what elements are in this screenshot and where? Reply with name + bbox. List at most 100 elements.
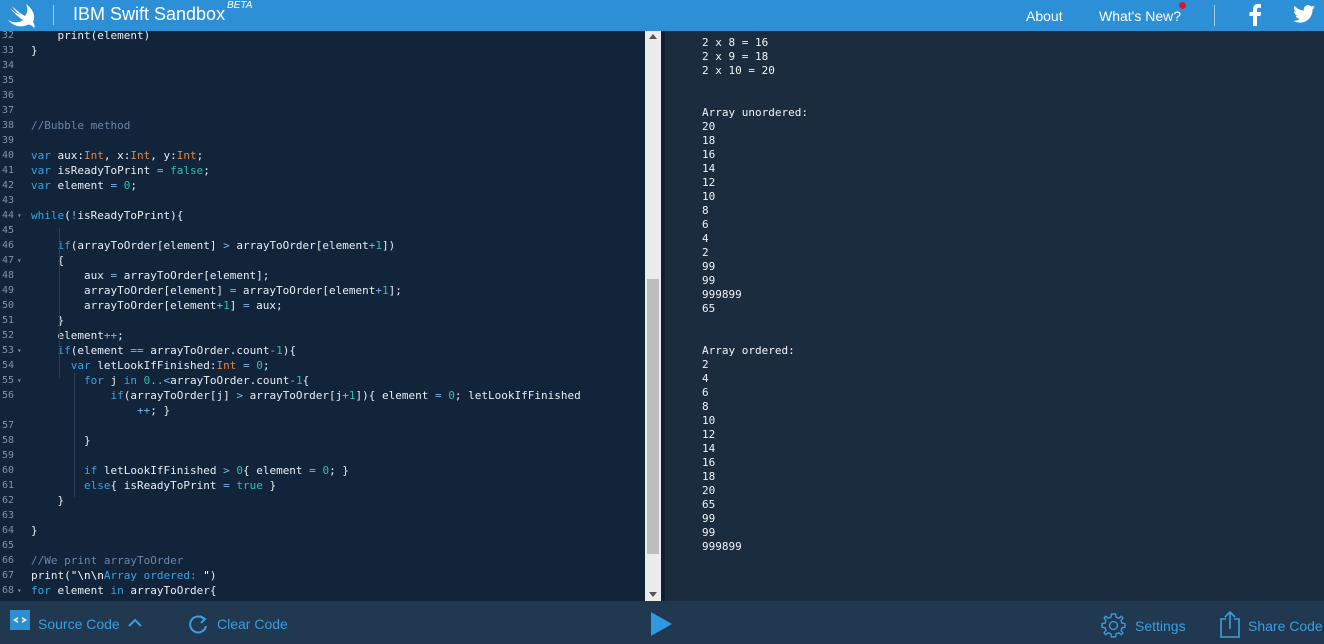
top-bar: IBM Swift Sandbox BETA About What's New? — [0, 0, 1324, 31]
fold-arrow-icon[interactable]: ▾ — [17, 373, 22, 388]
output-line: 4 — [702, 232, 709, 245]
twitter-icon[interactable] — [1293, 5, 1315, 23]
facebook-icon[interactable] — [1248, 4, 1262, 26]
code-line[interactable]: 66 //We print arrayToOrder — [0, 553, 645, 568]
code-line[interactable]: 58 } — [0, 433, 645, 448]
code-line[interactable]: 39 — [0, 133, 645, 148]
code-line[interactable]: 56 if(arrayToOrder[j] > arrayToOrder[j+1… — [0, 388, 645, 403]
code-line[interactable]: 37 — [0, 103, 645, 118]
code-line[interactable]: 49 arrayToOrder[element] = arrayToOrder[… — [0, 283, 645, 298]
line-number: 40 — [1, 150, 14, 161]
line-number: 60 — [1, 465, 14, 476]
output-line: 20 — [702, 120, 716, 133]
code-line[interactable]: 52 element++; — [0, 328, 645, 343]
nav-whats-new-link[interactable]: What's New? — [1099, 8, 1181, 24]
swift-logo-icon[interactable] — [6, 2, 38, 28]
output-console: 2 x 8 = 16 2 x 9 = 18 2 x 10 = 20 Array uno… — [665, 31, 1324, 601]
scrollbar-thumb[interactable] — [647, 279, 659, 554]
line-number: 35 — [1, 75, 14, 86]
editor-scrollbar[interactable] — [645, 31, 661, 601]
code-line[interactable]: 68 ▾ for element in arrayToOrder{ — [0, 583, 645, 598]
code-line[interactable]: 64} — [0, 523, 645, 538]
code-line[interactable]: 50 arrayToOrder[element+1] = aux; — [0, 298, 645, 313]
code-line[interactable]: 59 — [0, 448, 645, 463]
indent-guide — [59, 228, 60, 378]
code-line[interactable]: 34 — [0, 58, 645, 73]
code-area[interactable]: 32 print(element) 33} 34 35 36 37 38//Bubble m… — [0, 31, 645, 601]
code-line[interactable]: 40 var aux:Int, x:Int, y:Int; — [0, 148, 645, 163]
notification-dot — [1179, 2, 1186, 9]
app-title: IBM Swift Sandbox — [73, 4, 226, 24]
code-line[interactable]: 51 } — [0, 313, 645, 328]
code-line[interactable]: 62 } — [0, 493, 645, 508]
code-line[interactable]: 43 — [0, 193, 645, 208]
settings-gear-icon[interactable] — [1101, 613, 1126, 638]
code-text: arrayToOrder[element+1] = aux; — [31, 299, 283, 312]
code-text: var letLookIfFinished:Int = 0; — [70, 359, 270, 372]
settings-button[interactable]: Settings — [1135, 618, 1186, 634]
scroll-up-arrow-icon[interactable] — [649, 34, 657, 39]
line-number: 47 — [1, 255, 14, 266]
fold-arrow-icon[interactable]: ▾ — [17, 253, 22, 268]
code-line[interactable]: 63 — [0, 508, 645, 523]
line-number: 51 — [1, 315, 14, 326]
line-number: 58 — [1, 435, 14, 446]
code-line[interactable]: 61 else{ isReadyToPrint = true } — [0, 478, 645, 493]
line-number: 44 — [1, 210, 14, 221]
code-line[interactable]: 55 ▾ for j in 0..<arrayToOrder.count-1{ — [0, 373, 645, 388]
line-number: 63 — [1, 510, 14, 521]
line-number: 64 — [1, 525, 14, 536]
code-line[interactable]: 33} — [0, 43, 645, 58]
code-line[interactable]: 44 ▾ while(!isReadyToPrint){ — [0, 208, 645, 223]
line-number: 34 — [1, 60, 14, 71]
clear-code-button[interactable]: Clear Code — [217, 616, 288, 632]
code-line[interactable]: 38 //Bubble method — [0, 118, 645, 133]
code-text: } — [31, 434, 91, 447]
scroll-down-arrow-icon[interactable] — [649, 592, 657, 597]
code-line[interactable]: 36 — [0, 88, 645, 103]
output-line: 18 — [702, 470, 716, 483]
code-line[interactable]: 48 aux = arrayToOrder[element]; — [0, 268, 645, 283]
source-code-button[interactable]: Source Code — [38, 616, 120, 632]
code-line[interactable]: 32 print(element) — [0, 31, 645, 43]
output-line: 16 — [702, 148, 716, 161]
line-number: 56 — [1, 390, 14, 401]
code-line[interactable]: 42 var element = 0; — [0, 178, 645, 193]
fold-arrow-icon[interactable]: ▾ — [17, 583, 22, 598]
output-line: 14 — [702, 442, 716, 455]
chevron-up-icon[interactable] — [128, 618, 142, 627]
fold-arrow-icon[interactable]: ▾ — [17, 343, 22, 358]
code-line[interactable]: 47 ▾ { — [0, 253, 645, 268]
code-line[interactable]: 46 if(arrayToOrder[element] > arrayToOrd… — [0, 238, 645, 253]
refresh-icon[interactable] — [187, 613, 209, 635]
code-line[interactable]: ++; } — [0, 403, 645, 418]
code-line[interactable]: 35 — [0, 73, 645, 88]
output-line: 10 — [702, 190, 716, 203]
code-line[interactable]: 41 var isReadyToPrint = false; — [0, 163, 645, 178]
code-line[interactable]: 57 — [0, 418, 645, 433]
source-code-icon[interactable] — [10, 610, 30, 630]
code-line[interactable]: 54 var letLookIfFinished:Int = 0; — [0, 358, 645, 373]
output-line: 18 — [702, 134, 716, 147]
code-text: var element = 0; — [31, 179, 137, 192]
code-text: if(arrayToOrder[j] > arrayToOrder[j+1]){… — [110, 389, 581, 402]
code-line[interactable]: 60 if letLookIfFinished > 0{ element = 0… — [0, 463, 645, 478]
output-line: 2 x 10 = 20 — [702, 64, 775, 77]
line-number: 39 — [1, 135, 14, 146]
share-code-button[interactable]: Share Code — [1248, 618, 1323, 634]
fold-arrow-icon[interactable]: ▾ — [17, 208, 22, 223]
code-line[interactable]: 67 print("\n\nArray ordered: ") — [0, 568, 645, 583]
code-line[interactable]: 65 — [0, 538, 645, 553]
line-number: 45 — [1, 225, 14, 236]
share-icon[interactable] — [1219, 610, 1241, 638]
code-line[interactable]: 53 ▾ if(element == arrayToOrder.count-1){ — [0, 343, 645, 358]
code-editor[interactable]: 32 print(element) 33} 34 35 36 37 38//Bubble m… — [0, 31, 661, 601]
run-play-icon[interactable] — [651, 612, 672, 636]
code-text: else{ isReadyToPrint = true } — [83, 479, 277, 492]
code-text: } — [31, 494, 65, 507]
code-text: ++; } — [136, 404, 171, 417]
nav-about-link[interactable]: About — [1026, 8, 1063, 24]
code-text: if(element == arrayToOrder.count-1){ — [57, 344, 296, 357]
code-line[interactable]: 45 — [0, 223, 645, 238]
line-number: 49 — [1, 285, 14, 296]
